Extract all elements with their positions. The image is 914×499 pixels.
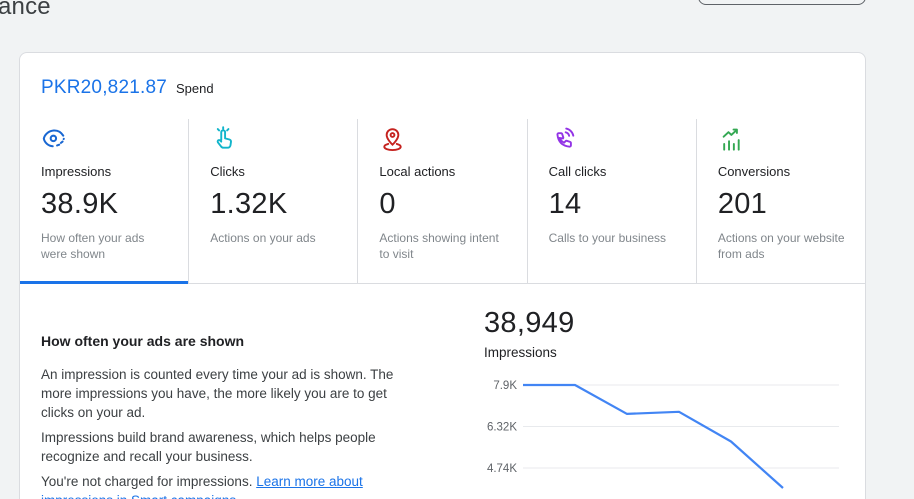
tab-clicks[interactable]: Clicks 1.32K Actions on your ads <box>189 119 358 283</box>
impressions-line-series <box>523 385 783 488</box>
page-title-clipped: ance <box>0 0 51 21</box>
tab-call-clicks[interactable]: Call clicks 14 Calls to your business <box>528 119 697 283</box>
tab-label: Local actions <box>379 164 516 179</box>
explainer-paragraph-1: An impression is counted every time your… <box>41 365 406 422</box>
phone-waves-icon <box>549 126 576 153</box>
active-tab-indicator <box>20 281 188 284</box>
y-axis-tick-label: 4.74K <box>487 463 517 475</box>
performance-card: PKR20,821.87 Spend Impressions 38.9K How… <box>19 52 866 499</box>
impressions-stat-block: 38,949 Impressions 7.9K 6.32K 4.74K <box>461 306 861 489</box>
tab-value: 1.32K <box>210 187 347 221</box>
explainer-paragraph-3: You're not charged for impressions. Lear… <box>41 472 406 499</box>
tab-value: 38.9K <box>41 187 178 221</box>
impressions-explainer: How often your ads are shown An impressi… <box>41 332 406 499</box>
explainer-paragraph-2: Impressions build brand awareness, which… <box>41 428 406 466</box>
chart-up-icon <box>718 126 745 153</box>
y-axis-tick-label: 6.32K <box>487 422 517 434</box>
tab-description: Calls to your business <box>549 230 677 246</box>
metric-tabs: Impressions 38.9K How often your ads wer… <box>20 119 865 284</box>
impressions-total-label: Impressions <box>484 344 861 361</box>
tab-label: Clicks <box>210 164 347 179</box>
tab-description: How often your ads were shown <box>41 230 169 262</box>
explainer-paragraph-3-text: You're not charged for impressions. <box>41 474 256 489</box>
tab-conversions[interactable]: Conversions 201 Actions on your website … <box>697 119 865 283</box>
tab-description: Actions on your ads <box>210 230 338 246</box>
tab-description: Actions showing intent to visit <box>379 230 507 262</box>
spend-amount: PKR20,821.87 <box>41 77 167 99</box>
location-pin-icon <box>379 126 406 153</box>
tab-label: Impressions <box>41 164 178 179</box>
tab-value: 14 <box>549 187 686 221</box>
spend-label: Spend <box>176 81 214 96</box>
tap-icon <box>210 126 237 153</box>
y-axis-tick-label: 7.9K <box>493 380 517 392</box>
tab-value: 201 <box>718 187 855 221</box>
eye-icon <box>41 126 68 153</box>
spend-summary: PKR20,821.87 Spend <box>41 77 214 99</box>
impressions-chart: 7.9K 6.32K 4.74K <box>461 375 841 489</box>
tab-label: Call clicks <box>549 164 686 179</box>
date-range-button-partial[interactable] <box>698 0 866 5</box>
tab-description: Actions on your website from ads <box>718 230 846 262</box>
tab-value: 0 <box>379 187 516 221</box>
explainer-heading: How often your ads are shown <box>41 332 406 350</box>
impressions-total: 38,949 <box>484 306 861 340</box>
tab-local-actions[interactable]: Local actions 0 Actions showing intent t… <box>358 119 527 283</box>
tab-label: Conversions <box>718 164 855 179</box>
tab-impressions[interactable]: Impressions 38.9K How often your ads wer… <box>20 119 189 283</box>
